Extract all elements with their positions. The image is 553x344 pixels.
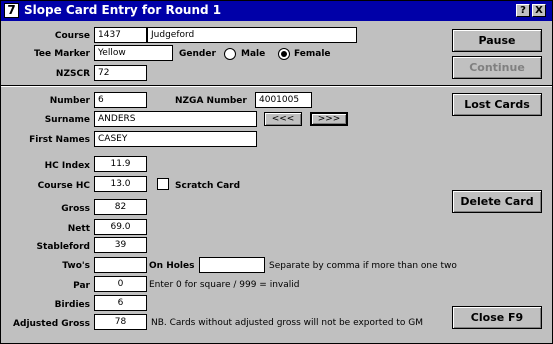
slope-card-window: 7 Slope Card Entry for Round 1 ? X Cours… xyxy=(0,0,553,344)
tee-marker-label: Tee Marker xyxy=(33,49,90,59)
adjusted-gross-field[interactable]: 78 xyxy=(94,314,147,330)
help-button[interactable]: ? xyxy=(516,4,530,17)
birdies-field[interactable]: 6 xyxy=(94,295,147,311)
course-name-field[interactable]: Judgeford xyxy=(147,27,357,43)
title-bar: 7 Slope Card Entry for Round 1 ? X xyxy=(1,1,552,21)
birdies-label: Birdies xyxy=(54,300,90,310)
par-hint: Enter 0 for square / 999 = invalid xyxy=(149,280,300,290)
holes-hint: Separate by comma if more than one two xyxy=(269,261,457,271)
nett-label: Nett xyxy=(67,224,90,234)
lost-cards-button[interactable]: Lost Cards xyxy=(452,93,542,116)
par-field[interactable]: 0 xyxy=(94,276,147,292)
delete-card-button[interactable]: Delete Card xyxy=(452,190,542,213)
on-holes-field[interactable] xyxy=(199,257,265,273)
twos-field[interactable] xyxy=(94,257,147,273)
female-radio-label: Female xyxy=(294,49,331,59)
number-label: Number xyxy=(49,96,90,106)
scratch-card-checkbox[interactable] xyxy=(157,178,169,190)
scratch-card-label: Scratch Card xyxy=(175,181,241,191)
adjusted-gross-hint: NB. Cards without adjusted gross will no… xyxy=(151,318,423,328)
gross-label: Gross xyxy=(61,204,90,214)
next-player-button[interactable]: >>> xyxy=(310,112,348,126)
first-names-field[interactable]: CASEY xyxy=(94,131,257,147)
nzga-number-label: NZGA Number xyxy=(175,96,247,106)
male-radio[interactable] xyxy=(224,48,236,60)
app-icon: 7 xyxy=(4,3,19,18)
first-names-label: First Names xyxy=(29,135,90,145)
stableford-field[interactable]: 39 xyxy=(94,237,147,253)
twos-label: Two's xyxy=(62,261,90,271)
surname-label: Surname xyxy=(44,115,90,125)
female-radio[interactable] xyxy=(278,48,290,60)
on-holes-label: On Holes xyxy=(149,261,195,271)
adjusted-gross-label: Adjusted Gross xyxy=(13,319,90,329)
course-code-field[interactable]: 1437 xyxy=(94,27,147,43)
close-window-button[interactable]: X xyxy=(532,4,546,17)
hc-index-label: HC Index xyxy=(44,161,90,171)
male-radio-label: Male xyxy=(241,49,266,59)
gross-field[interactable]: 82 xyxy=(94,199,147,215)
close-f9-button[interactable]: Close F9 xyxy=(452,306,542,329)
pause-button[interactable]: Pause xyxy=(452,29,542,52)
tee-marker-field[interactable]: Yellow xyxy=(94,45,173,61)
previous-player-button[interactable]: <<< xyxy=(264,112,302,126)
par-label: Par xyxy=(73,281,90,291)
nzga-number-field[interactable]: 4001005 xyxy=(255,92,312,108)
radio-selected-dot xyxy=(281,51,287,57)
gender-label: Gender xyxy=(179,49,216,59)
nzscr-label: NZSCR xyxy=(55,69,90,79)
surname-field[interactable]: ANDERS xyxy=(94,111,257,127)
stableford-label: Stableford xyxy=(36,242,90,252)
nzscr-field[interactable]: 72 xyxy=(94,65,147,81)
window-title: Slope Card Entry for Round 1 xyxy=(24,3,222,17)
section-divider xyxy=(1,85,552,87)
hc-index-field[interactable]: 11.9 xyxy=(94,156,147,172)
course-hc-label: Course HC xyxy=(37,181,90,191)
continue-button[interactable]: Continue xyxy=(452,56,542,79)
nett-field[interactable]: 69.0 xyxy=(94,219,147,235)
course-hc-field[interactable]: 13.0 xyxy=(94,176,147,192)
course-label: Course xyxy=(54,31,90,41)
number-field[interactable]: 6 xyxy=(94,92,147,108)
